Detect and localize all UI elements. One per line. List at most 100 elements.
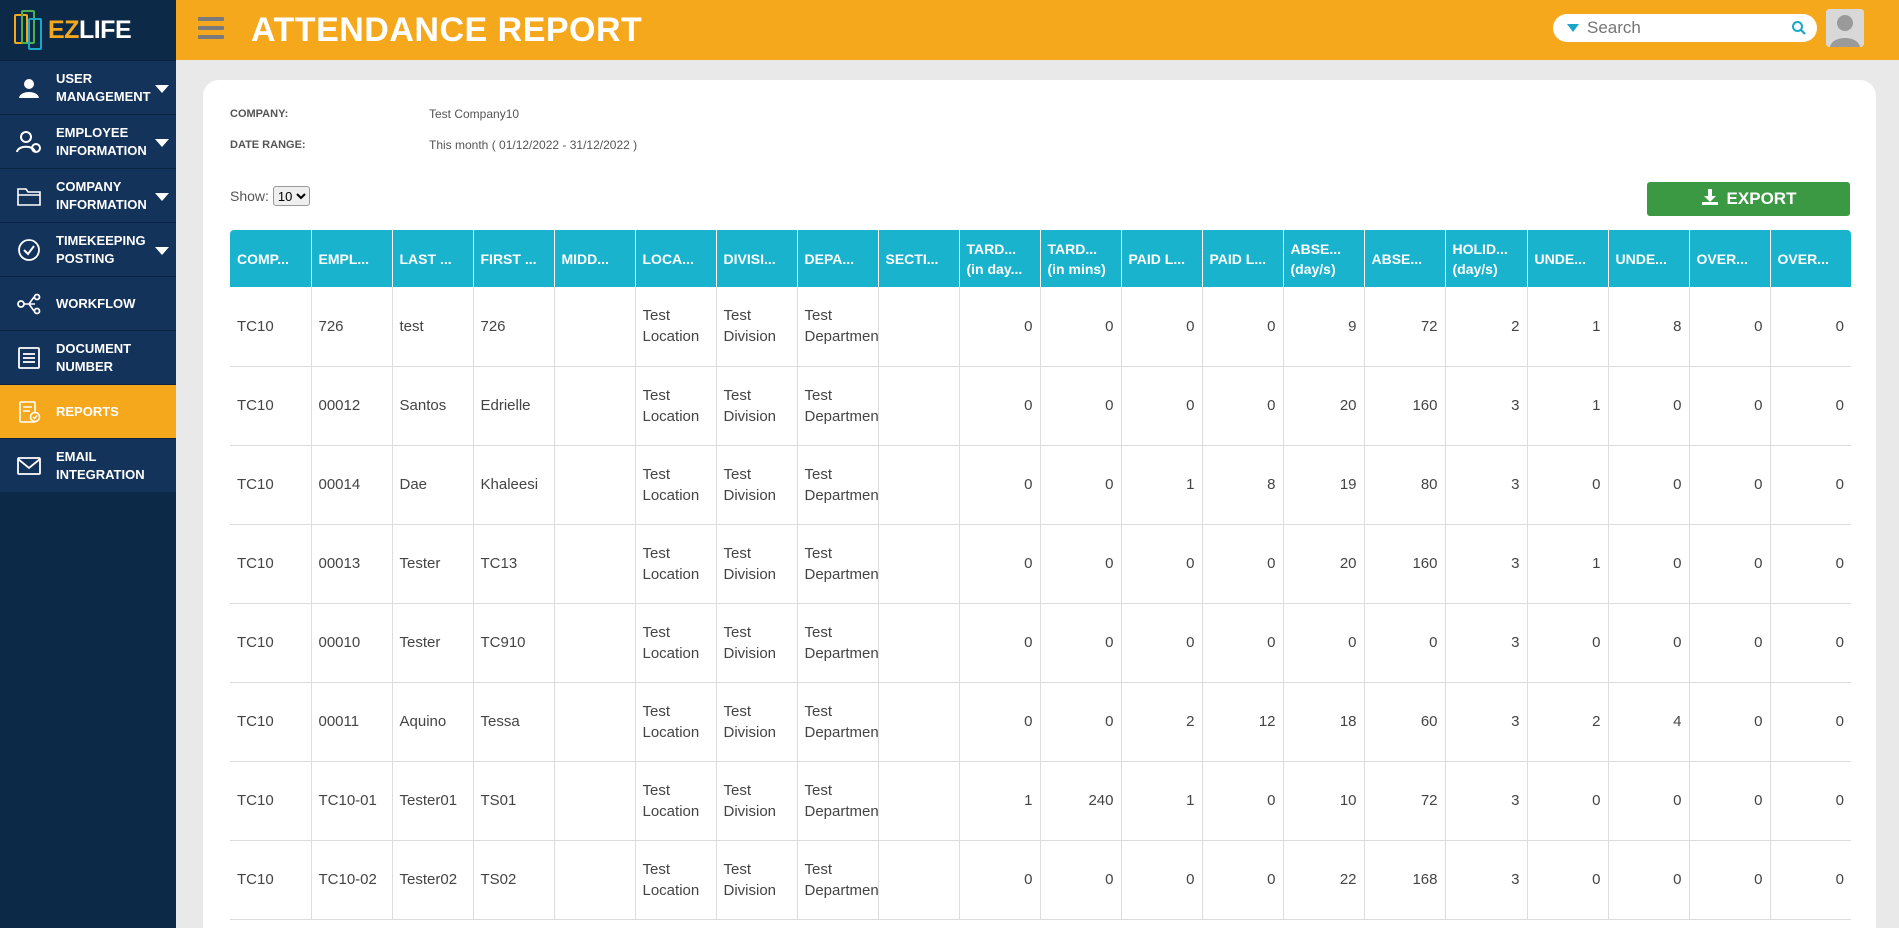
- column-header[interactable]: ABSE... (day/s): [1283, 230, 1365, 287]
- table-cell: 0: [1770, 761, 1851, 841]
- sidebar-item-document-number[interactable]: DOCUMENT NUMBER: [0, 330, 176, 384]
- column-header[interactable]: EMPL...: [311, 230, 393, 287]
- sidebar-item-company-information[interactable]: COMPANY INFORMATION: [0, 168, 176, 222]
- table-cell: 0: [1689, 840, 1771, 920]
- chevron-down-icon[interactable]: [155, 139, 169, 147]
- table-cell: 0: [1770, 682, 1851, 762]
- column-header[interactable]: PAID L...: [1121, 230, 1203, 287]
- table-cell: 0: [959, 682, 1041, 762]
- table-cell: Test Location: [635, 761, 717, 841]
- column-header[interactable]: HOLID... (day/s): [1445, 230, 1528, 287]
- column-header[interactable]: UNDE...: [1608, 230, 1690, 287]
- column-header[interactable]: ABSE...: [1364, 230, 1446, 287]
- table-cell: Aquino: [392, 682, 474, 762]
- table-cell: Test Location: [635, 682, 717, 762]
- column-header-text: OVER...: [1696, 250, 1748, 267]
- search-icon[interactable]: [1791, 20, 1807, 41]
- table-cell: 0: [1121, 287, 1203, 367]
- search-input[interactable]: [1587, 18, 1787, 38]
- table-cell: [554, 603, 636, 683]
- table-cell: 1: [1121, 445, 1203, 525]
- table-cell: 9: [1283, 287, 1365, 367]
- table-cell: Tester: [392, 603, 474, 683]
- table-cell: 80: [1364, 445, 1446, 525]
- column-header[interactable]: SECTI...: [878, 230, 960, 287]
- sidebar-item-label: EMPLOYEE INFORMATION: [56, 124, 147, 158]
- table-cell: Tester: [392, 524, 474, 604]
- table-row[interactable]: TC10 00011 Aquino Tessa Test Location Test Di…: [230, 682, 1851, 762]
- table-cell: 8: [1202, 445, 1284, 525]
- sidebar-item-timekeeping-posting[interactable]: TIMEKEEPING POSTING: [0, 222, 176, 276]
- table-cell: 0: [1689, 445, 1771, 525]
- sidebar-item-workflow[interactable]: WORKFLOW: [0, 276, 176, 330]
- column-header[interactable]: TARD... (in mins): [1040, 230, 1122, 287]
- table-cell: Edrielle: [473, 366, 555, 446]
- table-row[interactable]: TC10 TC10-02 Tester02 TS02 Test Location Test…: [230, 840, 1851, 920]
- table-cell: 0: [1608, 761, 1690, 841]
- table-row[interactable]: TC10 00012 Santos Edrielle Test Location Test…: [230, 366, 1851, 446]
- search-filter-dropdown-icon[interactable]: [1567, 24, 1579, 32]
- table-cell: 0: [1770, 445, 1851, 525]
- table-cell: 00013: [311, 524, 393, 604]
- table-cell: 0: [1527, 840, 1609, 920]
- chevron-down-icon[interactable]: [155, 193, 169, 201]
- hamburger-menu-icon[interactable]: [198, 17, 224, 41]
- sidebar-item-reports[interactable]: REPORTS: [0, 384, 176, 438]
- table-cell: TC10: [230, 603, 312, 683]
- table-cell: 1: [1527, 366, 1609, 446]
- sidebar-item-label: REPORTS: [56, 403, 119, 419]
- table-cell: 0: [959, 366, 1041, 446]
- table-cell: [878, 761, 960, 841]
- table-cell: 3: [1445, 366, 1528, 446]
- show-entries-select[interactable]: 10: [272, 186, 310, 206]
- table-cell: 0: [1283, 603, 1365, 683]
- table-cell: 0: [1608, 445, 1690, 525]
- column-header[interactable]: DEPA...: [797, 230, 879, 287]
- document-list-icon: [16, 345, 42, 371]
- table-row[interactable]: TC10 00013 Tester TC13 Test Location Test Div…: [230, 524, 1851, 604]
- table-cell: Test Division: [716, 366, 798, 446]
- app-logo[interactable]: EZLIFE: [0, 0, 176, 60]
- chevron-down-icon[interactable]: [155, 247, 169, 255]
- table-cell: 3: [1445, 524, 1528, 604]
- table-cell: Test Division: [716, 287, 798, 367]
- table-cell: [554, 445, 636, 525]
- table-cell: 0: [1770, 840, 1851, 920]
- table-row[interactable]: TC10 726 test 726 Test Location Test Division…: [230, 287, 1851, 367]
- column-header[interactable]: COMP...: [230, 230, 312, 287]
- sidebar-item-email-integration[interactable]: EMAIL INTEGRATION: [0, 438, 176, 492]
- column-header[interactable]: OVER...: [1770, 230, 1851, 287]
- mail-icon: [16, 453, 42, 479]
- table-cell: 2: [1445, 287, 1528, 367]
- column-header[interactable]: UNDE...: [1527, 230, 1609, 287]
- column-header[interactable]: LOCA...: [635, 230, 717, 287]
- table-row[interactable]: TC10 00014 Dae Khaleesi Test Location Test Di…: [230, 445, 1851, 525]
- table-cell: 12: [1202, 682, 1284, 762]
- table-row[interactable]: TC10 00010 Tester TC910 Test Location Test Di…: [230, 603, 1851, 683]
- column-header[interactable]: PAID L...: [1202, 230, 1284, 287]
- table-row[interactable]: TC10 TC10-01 Tester01 TS01 Test Location Test…: [230, 761, 1851, 841]
- column-header[interactable]: DIVISI...: [716, 230, 798, 287]
- table-cell: 72: [1364, 287, 1446, 367]
- sidebar-item-employee-information[interactable]: EMPLOYEE INFORMATION: [0, 114, 176, 168]
- export-button[interactable]: EXPORT: [1647, 182, 1850, 216]
- column-header-text: ABSE...: [1290, 240, 1342, 257]
- table-cell: TS01: [473, 761, 555, 841]
- workflow-icon: [16, 291, 42, 317]
- table-cell: 0: [1364, 603, 1446, 683]
- column-header[interactable]: FIRST ...: [473, 230, 555, 287]
- table-cell: 1: [1527, 524, 1609, 604]
- chevron-down-icon[interactable]: [155, 85, 169, 93]
- column-header[interactable]: LAST ...: [392, 230, 474, 287]
- sidebar: EZLIFE USER MANAGEMENT EMPLOYEE INFORMATI…: [0, 0, 176, 928]
- table-cell: Khaleesi: [473, 445, 555, 525]
- table-cell: 8: [1608, 287, 1690, 367]
- table-cell: 0: [959, 524, 1041, 604]
- table-cell: 0: [1689, 287, 1771, 367]
- column-header[interactable]: MIDD...: [554, 230, 636, 287]
- avatar[interactable]: [1826, 9, 1864, 47]
- column-header[interactable]: TARD... (in day...: [959, 230, 1041, 287]
- column-header[interactable]: OVER...: [1689, 230, 1771, 287]
- table-cell: 00012: [311, 366, 393, 446]
- sidebar-item-user-management[interactable]: USER MANAGEMENT: [0, 60, 176, 114]
